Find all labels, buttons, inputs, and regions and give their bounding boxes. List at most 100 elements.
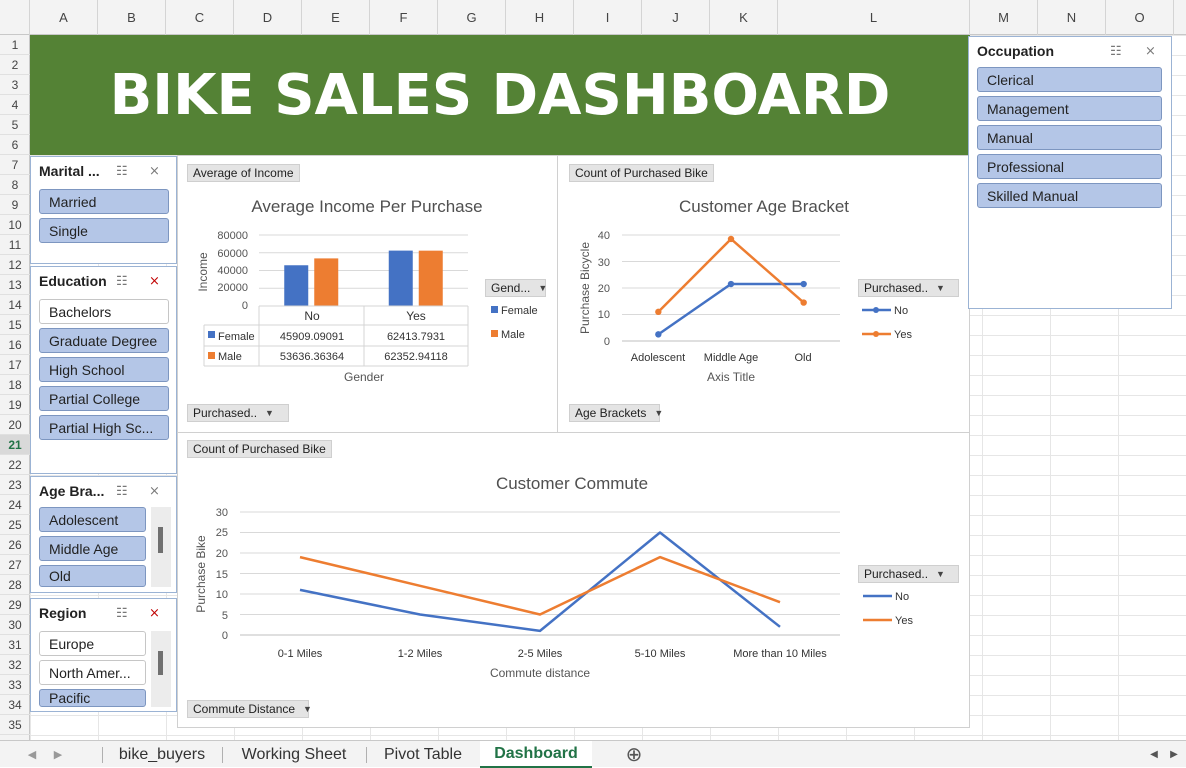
clear-filter-icon[interactable]: ⨯ (1145, 43, 1156, 59)
slicer-item-single[interactable]: Single (39, 218, 169, 243)
row-header-27[interactable]: 27 (0, 555, 30, 575)
slicer-item-europe[interactable]: Europe (39, 631, 146, 656)
slicer-item-skilled-manual[interactable]: Skilled Manual (977, 183, 1162, 208)
clear-filter-icon[interactable]: ⨯ (149, 483, 160, 499)
column-header-n[interactable]: N (1038, 0, 1106, 35)
slicer-scrollbar[interactable] (151, 507, 171, 587)
slicer-item-professional[interactable]: Professional (977, 154, 1162, 179)
tab-scroll-right[interactable]: ▶ (48, 741, 68, 768)
slicer-item-married[interactable]: Married (39, 189, 169, 214)
slicer-item-adolescent[interactable]: Adolescent (39, 507, 146, 532)
column-header-i[interactable]: I (574, 0, 642, 35)
row-header-1[interactable]: 1 (0, 35, 30, 55)
row-header-17[interactable]: 17 (0, 355, 30, 375)
multi-select-icon[interactable]: ☷ (1110, 43, 1122, 59)
column-header-e[interactable]: E (302, 0, 370, 35)
column-header-k[interactable]: K (710, 0, 778, 35)
axis-field-button[interactable]: Age Brackets ▼ (569, 404, 663, 422)
row-header-35[interactable]: 35 (0, 715, 30, 735)
column-header-c[interactable]: C (166, 0, 234, 35)
column-header-l[interactable]: L (778, 0, 970, 35)
clear-filter-icon[interactable]: ⨯ (149, 605, 160, 621)
row-header-19[interactable]: 19 (0, 395, 30, 415)
row-header-30[interactable]: 30 (0, 615, 30, 635)
row-header-31[interactable]: 31 (0, 635, 30, 655)
slicer-item-clerical[interactable]: Clerical (977, 67, 1162, 92)
slicer-item-partial-college[interactable]: Partial College (39, 386, 169, 411)
row-header-15[interactable]: 15 (0, 315, 30, 335)
column-header-m[interactable]: M (970, 0, 1038, 35)
row-header-22[interactable]: 22 (0, 455, 30, 475)
row-header-23[interactable]: 23 (0, 475, 30, 495)
column-header-h[interactable]: H (506, 0, 574, 35)
slicer-scrollbar[interactable] (151, 631, 171, 707)
slicer-item-bachelors[interactable]: Bachelors (39, 299, 169, 324)
column-header-j[interactable]: J (642, 0, 710, 35)
row-header-4[interactable]: 4 (0, 95, 30, 115)
row-header-6[interactable]: 6 (0, 135, 30, 155)
hscroll-right-arrow-icon[interactable]: ▶ (1166, 741, 1182, 768)
scrollbar-thumb[interactable] (158, 527, 163, 553)
tab-working-sheet[interactable]: Working Sheet (224, 741, 364, 768)
row-header-18[interactable]: 18 (0, 375, 30, 395)
multi-select-icon[interactable]: ☷ (116, 163, 128, 179)
row-header-11[interactable]: 11 (0, 235, 30, 255)
column-header-d[interactable]: D (234, 0, 302, 35)
row-header-5[interactable]: 5 (0, 115, 30, 135)
tab-bike-buyers[interactable]: bike_buyers (104, 741, 220, 768)
slicer-item-manual[interactable]: Manual (977, 125, 1162, 150)
row-header-10[interactable]: 10 (0, 215, 30, 235)
row-header-28[interactable]: 28 (0, 575, 30, 595)
axis-field-button[interactable]: Commute Distance ▼ (187, 700, 312, 718)
row-field-button[interactable]: Purchased.. ▼ (187, 404, 289, 422)
slicer-item-partial-high-school[interactable]: Partial High Sc... (39, 415, 169, 440)
row-header-20[interactable]: 20 (0, 415, 30, 435)
row-header-16[interactable]: 16 (0, 335, 30, 355)
add-sheet-icon[interactable]: ⊕ (622, 741, 646, 768)
row-header-26[interactable]: 26 (0, 535, 30, 555)
slicer-item-north-america[interactable]: North Amer... (39, 660, 146, 685)
row-header-12[interactable]: 12 (0, 255, 30, 275)
column-header-o[interactable]: O (1106, 0, 1174, 35)
column-header-b[interactable]: B (98, 0, 166, 35)
multi-select-icon[interactable]: ☷ (116, 483, 128, 499)
row-header-13[interactable]: 13 (0, 275, 30, 295)
scrollbar-thumb[interactable] (158, 651, 163, 675)
clear-filter-icon[interactable]: ⨯ (149, 273, 160, 289)
value-field-button[interactable]: Count of Purchased Bike (569, 164, 714, 182)
multi-select-icon[interactable]: ☷ (116, 273, 128, 289)
category-label: More than 10 Miles (733, 648, 827, 660)
tab-scroll-left[interactable]: ◀ (22, 741, 42, 768)
value-field-button[interactable]: Count of Purchased Bike (187, 440, 332, 458)
row-header-33[interactable]: 33 (0, 675, 30, 695)
slicer-item-pacific[interactable]: Pacific (39, 689, 146, 707)
slicer-item-high-school[interactable]: High School (39, 357, 169, 382)
tab-dashboard[interactable]: Dashboard (480, 741, 592, 768)
table-cell: 62413.7931 (387, 331, 445, 343)
slicer-item-management[interactable]: Management (977, 96, 1162, 121)
select-all-corner[interactable] (0, 0, 30, 35)
row-header-3[interactable]: 3 (0, 75, 30, 95)
row-header-32[interactable]: 32 (0, 655, 30, 675)
row-header-29[interactable]: 29 (0, 595, 30, 615)
column-header-f[interactable]: F (370, 0, 438, 35)
slicer-item-old[interactable]: Old (39, 565, 146, 587)
row-header-24[interactable]: 24 (0, 495, 30, 515)
slicer-item-middle-age[interactable]: Middle Age (39, 536, 146, 561)
row-header-14[interactable]: 14 (0, 295, 30, 315)
row-header-25[interactable]: 25 (0, 515, 30, 535)
row-header-34[interactable]: 34 (0, 695, 30, 715)
column-header-a[interactable]: A (30, 0, 98, 35)
row-header-8[interactable]: 8 (0, 175, 30, 195)
row-header-7[interactable]: 7 (0, 155, 30, 175)
row-header-9[interactable]: 9 (0, 195, 30, 215)
row-header-21[interactable]: 21 (0, 435, 30, 455)
tab-pivot-table[interactable]: Pivot Table (368, 741, 478, 768)
row-header-2[interactable]: 2 (0, 55, 30, 75)
column-header-g[interactable]: G (438, 0, 506, 35)
slicer-item-graduate-degree[interactable]: Graduate Degree (39, 328, 169, 353)
multi-select-icon[interactable]: ☷ (116, 605, 128, 621)
value-field-button[interactable]: Average of Income (187, 164, 300, 182)
hscroll-left-arrow-icon[interactable]: ◀ (1146, 741, 1162, 768)
clear-filter-icon[interactable]: ⨯ (149, 163, 160, 179)
